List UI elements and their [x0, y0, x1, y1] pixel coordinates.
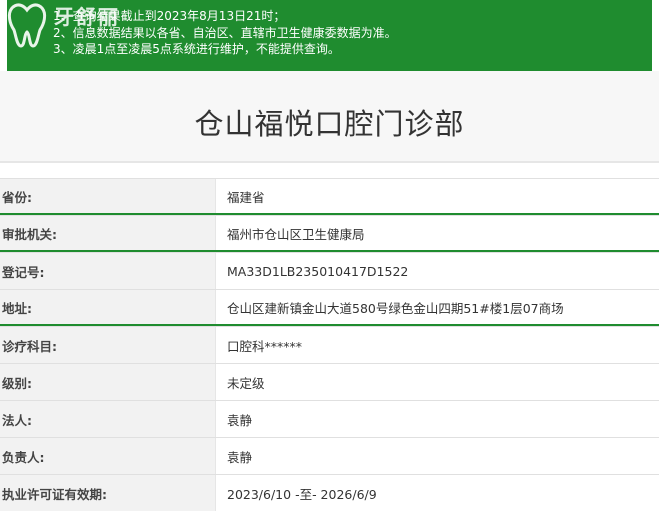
table-row: 审批机关: 福州市仓山区卫生健康局	[0, 215, 659, 252]
row-value: 福建省	[216, 179, 659, 213]
notice-line-2: 2、信息数据结果以各省、自治区、直辖市卫生健康委数据为准。	[53, 25, 397, 40]
table-row: 省份: 福建省	[0, 178, 659, 215]
row-value: 2023/6/10 -至- 2026/6/9	[216, 475, 659, 511]
row-value: 仓山区建新镇金山大道580号绿色金山四期51#楼1层07商场	[216, 290, 659, 324]
row-value: 袁静	[216, 438, 659, 474]
table-row: 登记号: MA33D1LB235010417D1522	[0, 252, 659, 289]
spacer	[0, 71, 659, 91]
table-row: 执业许可证有效期: 2023/6/10 -至- 2026/6/9	[0, 474, 659, 511]
table-row: 地址: 仓山区建新镇金山大道580号绿色金山四期51#楼1层07商场	[0, 289, 659, 326]
notice-banner: 1、查询结果截止到2023年8月13日21时； 2、信息数据结果以各省、自治区、…	[7, 0, 652, 71]
page-title: 仓山福悦口腔门诊部	[194, 107, 465, 141]
row-label: 审批机关:	[0, 216, 216, 250]
table-row: 负责人: 袁静	[0, 437, 659, 474]
row-label: 省份:	[0, 179, 216, 213]
notice-line-3: 3、凌晨1点至凌晨5点系统进行维护，不能提供查询。	[53, 42, 340, 56]
row-label: 诊疗科目:	[0, 327, 216, 363]
row-value: 未定级	[216, 364, 659, 400]
row-value: 口腔科******	[216, 327, 659, 363]
row-label: 法人:	[0, 401, 216, 437]
title-area: 仓山福悦口腔门诊部	[0, 91, 659, 161]
table-row: 诊疗科目: 口腔科******	[0, 326, 659, 363]
row-label: 级别:	[0, 364, 216, 400]
table-row: 法人: 袁静	[0, 400, 659, 437]
row-label: 执业许可证有效期:	[0, 475, 216, 511]
divider	[0, 161, 659, 163]
info-table: 省份: 福建省 审批机关: 福州市仓山区卫生健康局 登记号: MA33D1LB2…	[0, 178, 659, 511]
table-row: 级别: 未定级	[0, 363, 659, 400]
row-label: 负责人:	[0, 438, 216, 474]
notice-line-1: 1、查询结果截止到2023年8月13日21时；	[53, 9, 286, 23]
row-value: 袁静	[216, 401, 659, 437]
row-value: 福州市仓山区卫生健康局	[216, 216, 659, 250]
row-label: 地址:	[0, 290, 216, 324]
row-value: MA33D1LB235010417D1522	[216, 253, 659, 289]
row-label: 登记号:	[0, 253, 216, 289]
